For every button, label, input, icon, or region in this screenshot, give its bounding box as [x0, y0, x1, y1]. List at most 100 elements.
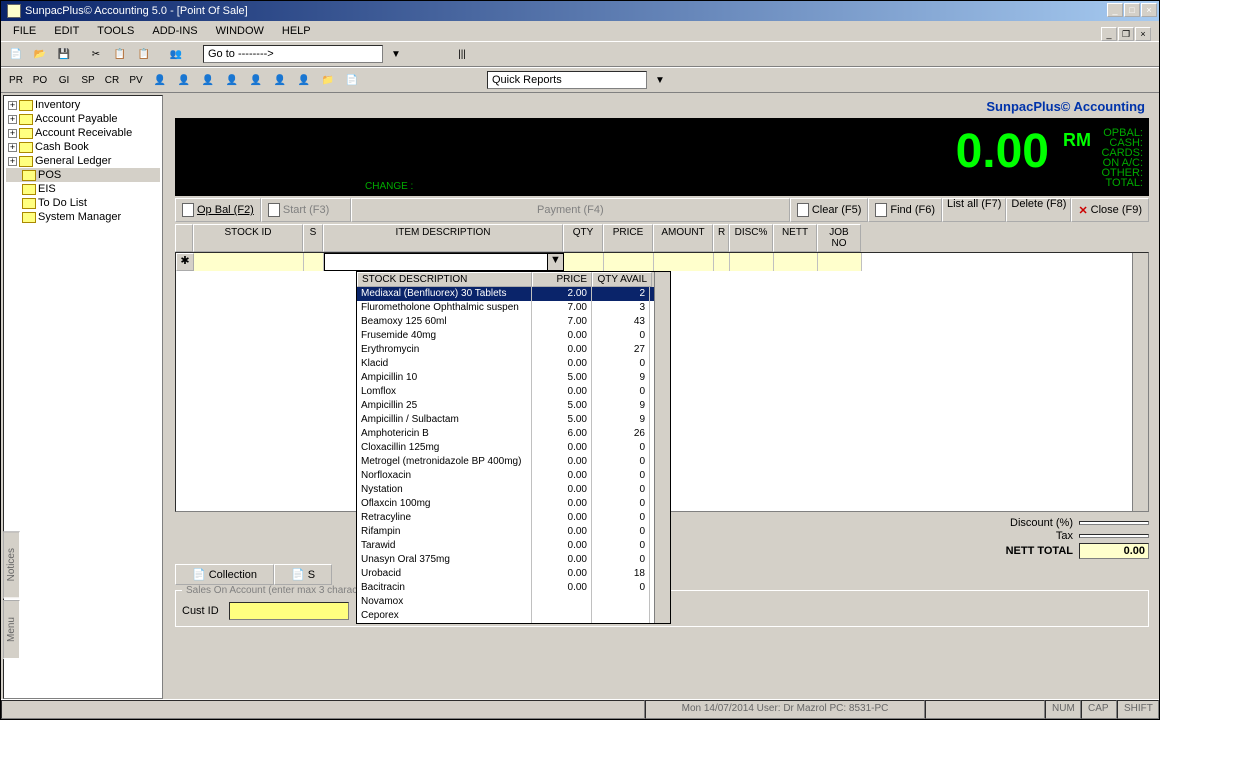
- col-price[interactable]: PRICE: [603, 224, 653, 252]
- tb2-person3-icon[interactable]: 👤: [197, 70, 219, 90]
- menu-edit[interactable]: EDIT: [46, 23, 87, 39]
- dropdown-row[interactable]: Ampicillin 105.009: [357, 371, 670, 385]
- dd-col-qty[interactable]: QTY AVAIL: [592, 272, 652, 287]
- tree-inventory[interactable]: +Inventory: [6, 98, 160, 112]
- tb-save-icon[interactable]: 💾: [53, 44, 75, 64]
- tree-todo[interactable]: To Do List: [6, 196, 160, 210]
- dropdown-row[interactable]: Flurometholone Ophthalmic suspen7.003: [357, 301, 670, 315]
- tb-barcode-icon[interactable]: |||: [451, 44, 473, 64]
- tree-sysmgr[interactable]: System Manager: [6, 210, 160, 224]
- dropdown-scrollbar[interactable]: [654, 272, 670, 623]
- dropdown-row[interactable]: Metrogel (metronidazole BP 400mg)0.000: [357, 455, 670, 469]
- tb-copy-icon[interactable]: 📋: [109, 44, 131, 64]
- grid-new-row[interactable]: ✱ ▼: [176, 253, 1148, 271]
- dropdown-row[interactable]: Klacid0.000: [357, 357, 670, 371]
- dropdown-row[interactable]: Unasyn Oral 375mg0.000: [357, 553, 670, 567]
- tb2-gi-icon[interactable]: GI: [53, 70, 75, 90]
- dropdown-row[interactable]: Oflaxcin 100mg0.000: [357, 497, 670, 511]
- mdi-restore-button[interactable]: ❐: [1118, 27, 1134, 41]
- tab-collection[interactable]: 📄Collection: [175, 564, 274, 585]
- col-desc[interactable]: ITEM DESCRIPTION: [323, 224, 563, 252]
- dropdown-row[interactable]: Frusemide 40mg0.000: [357, 329, 670, 343]
- menu-window[interactable]: WINDOW: [208, 23, 272, 39]
- col-s[interactable]: S: [303, 224, 323, 252]
- tb2-person2-icon[interactable]: 👤: [173, 70, 195, 90]
- quick-reports-dropdown-icon[interactable]: ▼: [649, 70, 671, 90]
- opbal-button[interactable]: Op Bal (F2): [175, 198, 261, 222]
- tax-field[interactable]: [1079, 534, 1149, 538]
- dropdown-row[interactable]: Rifampin0.000: [357, 525, 670, 539]
- tree-eis[interactable]: EIS: [6, 182, 160, 196]
- goto-combo[interactable]: Go to -------->: [203, 45, 383, 63]
- dropdown-row[interactable]: Ampicillin 255.009: [357, 399, 670, 413]
- dropdown-row[interactable]: Bacitracin0.000: [357, 581, 670, 595]
- tab-s[interactable]: 📄S: [274, 564, 332, 585]
- dropdown-row[interactable]: Novamox: [357, 595, 670, 609]
- tb2-pv-icon[interactable]: PV: [125, 70, 147, 90]
- menu-addins[interactable]: ADD-INS: [144, 23, 205, 39]
- tree-gl[interactable]: +General Ledger: [6, 154, 160, 168]
- tb2-person6-icon[interactable]: 👤: [269, 70, 291, 90]
- menu-tools[interactable]: TOOLS: [89, 23, 142, 39]
- tb2-person4-icon[interactable]: 👤: [221, 70, 243, 90]
- sidetab-menu[interactable]: Menu: [3, 600, 20, 659]
- tree-cashbook[interactable]: +Cash Book: [6, 140, 160, 154]
- find-button[interactable]: Find (F6): [868, 198, 942, 222]
- dropdown-row[interactable]: Erythromycin0.0027: [357, 343, 670, 357]
- col-jobno[interactable]: JOB NO: [817, 224, 861, 252]
- dropdown-row[interactable]: Ampicillin / Sulbactam5.009: [357, 413, 670, 427]
- tb-cut-icon[interactable]: ✂: [85, 44, 107, 64]
- sidetab-notices[interactable]: Notices: [3, 531, 20, 598]
- tb-open-icon[interactable]: 📂: [29, 44, 51, 64]
- dropdown-row[interactable]: Cloxacillin 125mg0.000: [357, 441, 670, 455]
- dropdown-row[interactable]: Tarawid0.000: [357, 539, 670, 553]
- tree-ar[interactable]: +Account Receivable: [6, 126, 160, 140]
- menu-file[interactable]: FILE: [5, 23, 44, 39]
- mdi-minimize-button[interactable]: _: [1101, 27, 1117, 41]
- delete-button[interactable]: Delete (F8): [1006, 198, 1071, 222]
- dd-col-price[interactable]: PRICE: [532, 272, 592, 287]
- close-button[interactable]: ✕Close (F9): [1071, 198, 1149, 222]
- tb2-person5-icon[interactable]: 👤: [245, 70, 267, 90]
- payment-button[interactable]: Payment (F4): [351, 198, 790, 222]
- grid-scrollbar-v[interactable]: [1132, 253, 1148, 511]
- menu-help[interactable]: HELP: [274, 23, 319, 39]
- dropdown-row[interactable]: Amphotericin B6.0026: [357, 427, 670, 441]
- start-button[interactable]: Start (F3): [261, 198, 351, 222]
- tree-pos[interactable]: POS: [6, 168, 160, 182]
- col-stockid[interactable]: STOCK ID: [193, 224, 303, 252]
- custid-input[interactable]: [229, 602, 349, 620]
- dropdown-row[interactable]: Urobacid0.0018: [357, 567, 670, 581]
- tb2-po-icon[interactable]: PO: [29, 70, 51, 90]
- tb-new-icon[interactable]: 📄: [5, 44, 27, 64]
- dropdown-row[interactable]: Mediaxal (Benfluorex) 30 Tablets2.002: [357, 287, 670, 301]
- close-window-button[interactable]: ×: [1141, 3, 1157, 17]
- col-nett[interactable]: NETT: [773, 224, 817, 252]
- dropdown-row[interactable]: Nystation0.000: [357, 483, 670, 497]
- tb2-doc-icon[interactable]: 📄: [341, 70, 363, 90]
- clear-button[interactable]: Clear (F5): [790, 198, 869, 222]
- listall-button[interactable]: List all (F7): [942, 198, 1006, 222]
- col-r[interactable]: R: [713, 224, 729, 252]
- dropdown-icon[interactable]: ▼: [547, 254, 563, 270]
- item-desc-input[interactable]: ▼: [324, 253, 564, 271]
- tb2-person7-icon[interactable]: 👤: [293, 70, 315, 90]
- col-disc[interactable]: DISC%: [729, 224, 773, 252]
- tb2-person1-icon[interactable]: 👤: [149, 70, 171, 90]
- dropdown-row[interactable]: Ceporex: [357, 609, 670, 623]
- dd-col-desc[interactable]: STOCK DESCRIPTION: [357, 272, 532, 287]
- minimize-button[interactable]: _: [1107, 3, 1123, 17]
- dropdown-row[interactable]: Norfloxacin0.000: [357, 469, 670, 483]
- dropdown-row[interactable]: Beamoxy 125 60ml7.0043: [357, 315, 670, 329]
- tb-people-icon[interactable]: 👥: [165, 44, 187, 64]
- tb2-pr-icon[interactable]: PR: [5, 70, 27, 90]
- goto-dropdown-icon[interactable]: ▼: [385, 44, 407, 64]
- dropdown-row[interactable]: Lomflox0.000: [357, 385, 670, 399]
- quick-reports-combo[interactable]: Quick Reports: [487, 71, 647, 89]
- discount-field[interactable]: [1079, 521, 1149, 525]
- tb-paste-icon[interactable]: 📋: [133, 44, 155, 64]
- tb2-sp-icon[interactable]: SP: [77, 70, 99, 90]
- tree-ap[interactable]: +Account Payable: [6, 112, 160, 126]
- dropdown-row[interactable]: Retracyline0.000: [357, 511, 670, 525]
- col-qty[interactable]: QTY: [563, 224, 603, 252]
